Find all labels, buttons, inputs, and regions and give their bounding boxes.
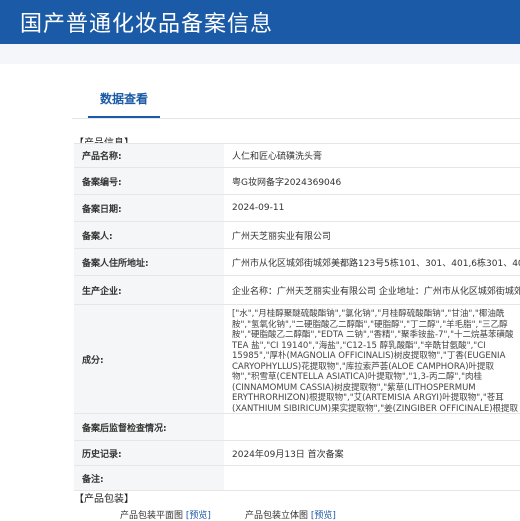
- table-row: 成分: ["水","月桂醇聚醚硫酸酯钠","氯化钠","月桂醇硫酸酯钠","甘油…: [74, 305, 520, 414]
- table-row: 备注:: [74, 466, 520, 491]
- page-title: 国产普通化妆品备案信息: [20, 12, 274, 37]
- row-value: 人仁和匠心硫磺洗头膏: [232, 152, 323, 162]
- row-value: 广州天芝丽实业有限公司: [232, 231, 332, 242]
- packaging-flat: 产品包装平面图 [预览]: [120, 508, 211, 521]
- row-value: 广州市从化区城郊街城郊美都路123号5栋101、301、401,6栋301、40…: [232, 258, 520, 269]
- row-label: 备注:: [74, 466, 224, 490]
- table-row: 备案人: 广州天芝丽实业有限公司: [74, 222, 520, 249]
- row-value: 2024年09月13日 首次备案: [232, 449, 344, 460]
- table-row: 备案后监督检查情况:: [74, 414, 520, 441]
- row-label: 备案编号:: [74, 168, 224, 194]
- table-row: 备案编号: 粤G妆网备字2024369046: [74, 168, 520, 195]
- row-label: 备案人住所地址:: [74, 249, 224, 275]
- row-label: 生产企业:: [74, 276, 224, 304]
- row-label: 成分:: [74, 305, 224, 413]
- site-header: 国产普通化妆品备案信息: [0, 0, 520, 44]
- tab-bar: 数据查看: [72, 76, 520, 119]
- table-row: 备案人住所地址: 广州市从化区城郊街城郊美都路123号5栋101、301、401…: [74, 249, 520, 276]
- row-value: 2024-09-11: [232, 203, 285, 213]
- row-value: [224, 414, 520, 440]
- packaging-solid: 产品包装立体图 [预览]: [245, 508, 336, 521]
- row-value: 企业名称：广州天芝丽实业有限公司 企业地址：广州市从化区城郊街城郊美都路123号…: [232, 286, 520, 297]
- row-label: 产品名称:: [74, 144, 224, 167]
- row-label: 备案后监督检查情况:: [74, 414, 224, 440]
- row-value: 粤G妆网备字2024369046: [232, 177, 342, 188]
- table-row: 历史记录: 2024年09月13日 首次备案: [74, 441, 520, 466]
- table-row: 备案日期: 2024-09-11: [74, 195, 520, 222]
- product-info-table: 产品名称: 人仁和匠心硫磺洗头膏 备案编号: 粤G妆网备字2024369046 …: [74, 143, 520, 491]
- table-row: 产品名称: 人仁和匠心硫磺洗头膏: [74, 144, 520, 168]
- row-label: 备案日期:: [74, 195, 224, 221]
- row-label: 历史记录:: [74, 441, 224, 465]
- row-value: [224, 466, 520, 490]
- header-band: [0, 44, 520, 64]
- tab-data-view[interactable]: 数据查看: [88, 90, 161, 118]
- section-title-packaging: 【产品包装】: [74, 494, 134, 505]
- ingredients-value: ["水","月桂醇聚醚硫酸酯钠","氯化钠","月桂醇硫酸酯钠","甘油","椰…: [232, 309, 519, 413]
- table-row: 生产企业: 企业名称：广州天芝丽实业有限公司 企业地址：广州市从化区城郊街城郊美…: [74, 276, 520, 305]
- row-label: 备案人:: [74, 222, 224, 248]
